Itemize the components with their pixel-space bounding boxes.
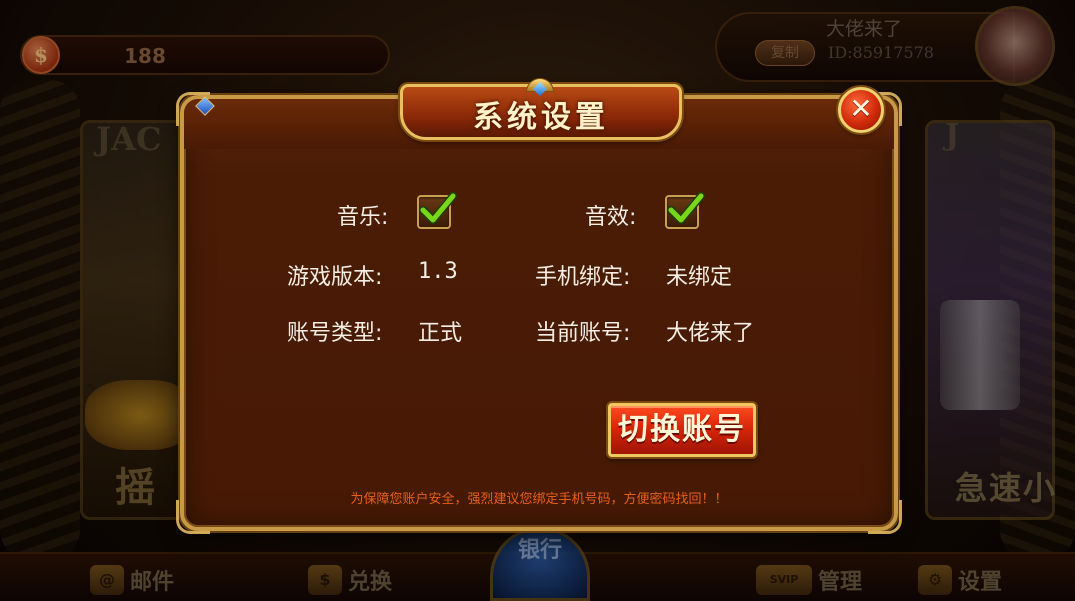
security-notice: 为保障您账户安全，强烈建议您绑定手机号码，方便密码找回！！ [350, 492, 728, 507]
settings-dialog [180, 95, 898, 531]
current-account-label: 当前账号: [535, 321, 631, 346]
switch-account-button[interactable]: 切换账号 [608, 403, 756, 457]
phone-bind-label: 手机绑定: [535, 265, 631, 290]
close-icon[interactable]: ✕ [838, 87, 884, 133]
sound-label: 音效: [585, 205, 637, 230]
music-checkbox[interactable] [417, 195, 451, 229]
sound-checkbox[interactable] [665, 195, 699, 229]
current-account-value: 大佬来了 [666, 321, 755, 346]
version-value: 1.3 [418, 259, 458, 284]
account-type-value: 正式 [418, 321, 463, 346]
dialog-title: 系统设置 [473, 100, 609, 135]
music-label: 音乐: [337, 205, 389, 230]
version-label: 游戏版本: [287, 265, 383, 290]
account-type-label: 账号类型: [287, 321, 383, 346]
phone-bind-value: 未绑定 [666, 265, 733, 290]
